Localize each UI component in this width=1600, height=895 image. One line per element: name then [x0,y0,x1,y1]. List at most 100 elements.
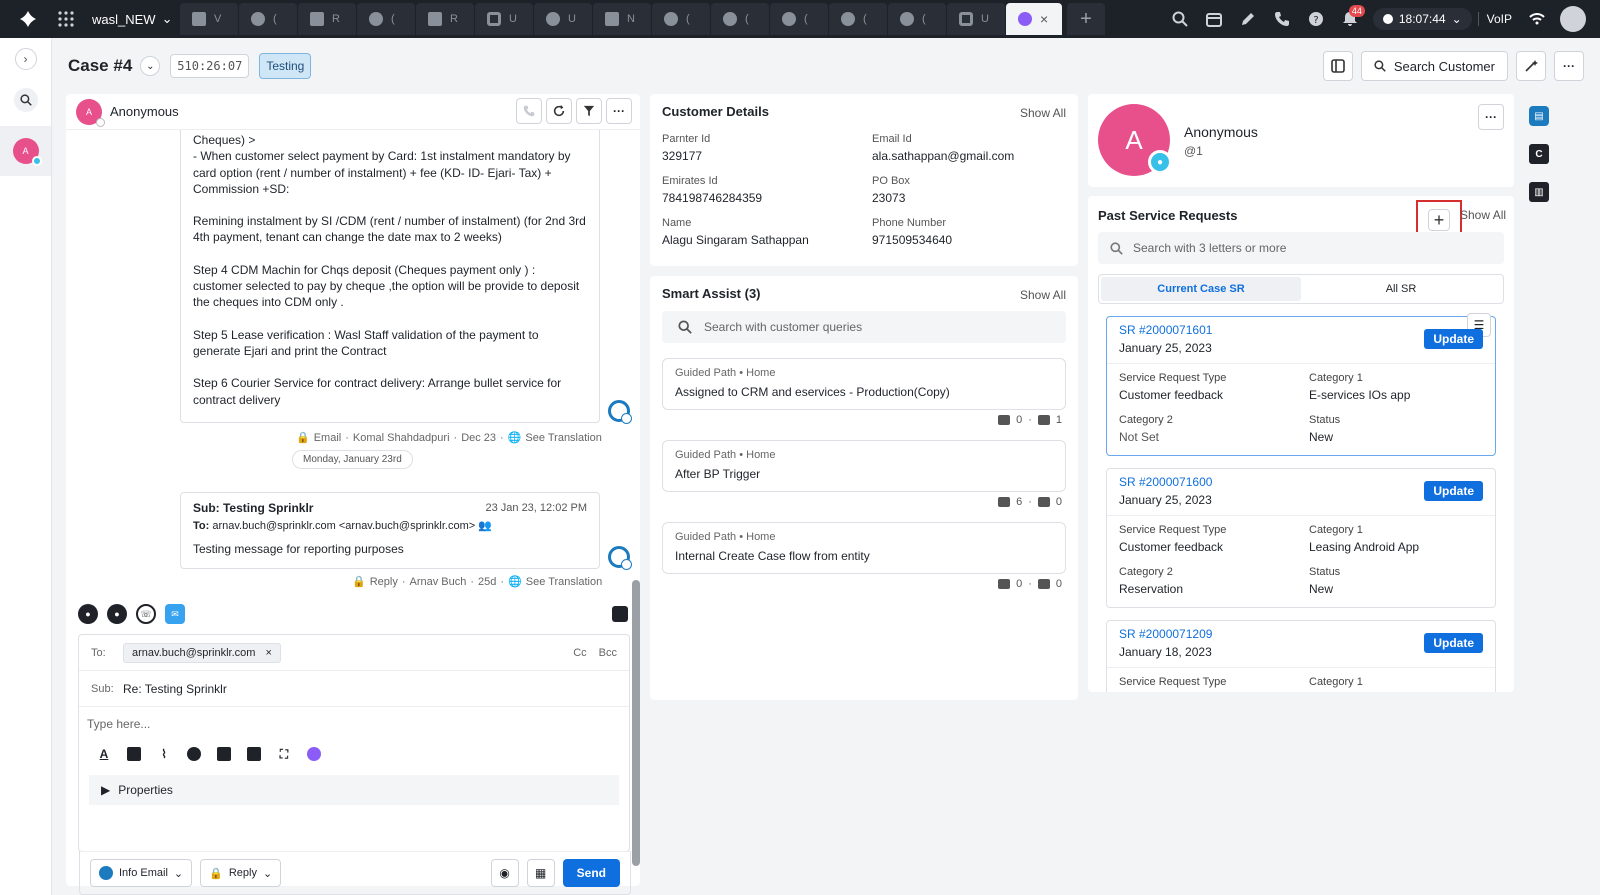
see-translation-link[interactable]: See Translation [525,432,601,444]
tab-item[interactable]: U [475,3,533,35]
text-format-icon[interactable]: A [97,747,111,761]
tab-item[interactable]: V [180,3,238,35]
guided-path-item[interactable]: Guided Path • Home After BP Trigger [662,440,1066,492]
schedule-button[interactable]: ▦ [526,859,555,887]
tab-item[interactable]: ( [357,3,415,35]
user-avatar[interactable] [1560,6,1586,32]
cc-link[interactable]: Cc [573,647,586,659]
expand-sidebar-button[interactable]: › [14,48,37,70]
tab-item[interactable]: U [947,3,1005,35]
case-menu-button[interactable]: ⌄ [140,56,161,76]
whatsapp-channel-icon[interactable]: ☏ [136,604,156,624]
layout-toggle-button[interactable] [1322,51,1353,81]
tab-current-case-sr[interactable]: Current Case SR [1101,277,1301,301]
update-button[interactable]: Update [1424,481,1483,501]
show-all-link[interactable]: Show All [1020,288,1066,302]
scrollbar[interactable] [632,580,640,866]
tab-item[interactable]: R [416,3,474,35]
update-button[interactable]: Update [1424,329,1483,349]
tab-item[interactable]: ( [239,3,297,35]
sr-search-input[interactable]: Search with 3 letters or more [1098,232,1504,264]
sms-channel-icon[interactable]: ● [107,604,127,624]
bcc-link[interactable]: Bcc [599,647,617,659]
search-customer-button[interactable]: Search Customer [1360,51,1508,81]
show-all-link[interactable]: Show All [1020,106,1066,120]
add-tab-button[interactable]: + [1067,3,1105,35]
tab-item[interactable]: ( [888,3,946,35]
apps-grid-icon[interactable] [54,7,78,31]
call-button[interactable] [516,98,542,124]
show-all-link[interactable]: Show All [1460,208,1506,222]
tab-item[interactable]: ( [829,3,887,35]
send-button[interactable]: Send [562,859,620,887]
sr-card[interactable]: ☰ SR #2000071601 January 25, 2023 Update… [1106,313,1496,456]
thumbs-up-icon[interactable] [998,497,1011,507]
see-translation-link[interactable]: See Translation [526,576,602,588]
voip-label[interactable]: VoIP [1477,12,1520,26]
sprinklr-logo-icon[interactable] [14,5,42,33]
tab-item[interactable]: R [298,3,356,35]
thumbs-down-icon[interactable] [1037,497,1050,507]
thumbs-up-icon[interactable] [998,415,1011,425]
c-app-icon[interactable]: C [1529,144,1549,164]
update-button[interactable]: Update [1424,633,1483,653]
close-icon[interactable]: × [265,647,271,659]
subject-input[interactable]: Re: Testing Sprinklr [123,682,227,696]
filter-button[interactable] [576,98,602,124]
emoji-icon[interactable] [187,747,201,761]
template-icon[interactable] [247,747,261,761]
attachment-icon[interactable]: ⌇ [157,747,171,761]
profile-more-button[interactable]: ··· [1478,104,1504,130]
gif-icon[interactable] [217,747,231,761]
reply-type-dropdown[interactable]: 🔒 Reply ⌄ [200,859,282,887]
status-badge[interactable]: Testing [259,53,312,79]
magic-wand-button[interactable] [1516,51,1546,81]
knowledge-book-icon[interactable]: ▥ [1529,182,1549,202]
scan-icon[interactable]: ⛶ [277,747,291,761]
ai-assist-icon[interactable] [307,747,321,761]
pencil-icon[interactable] [1231,0,1265,38]
tab-item-active[interactable]: × [1006,3,1062,35]
from-account-dropdown[interactable]: Info Email ⌄ [90,859,193,887]
expand-composer-icon[interactable] [612,606,628,622]
email-channel-icon[interactable]: ✉ [165,604,185,624]
chat-channel-icon[interactable]: ● [78,604,98,624]
message-body-input[interactable]: Type here... [79,707,629,741]
calendar-icon[interactable] [1197,0,1231,38]
email-message-card[interactable]: Sub: Testing Sprinklr 23 Jan 23, 12:02 P… [180,492,600,569]
help-icon[interactable]: ? [1299,0,1333,38]
guided-path-item[interactable]: Guided Path • Home Internal Create Case f… [662,522,1066,574]
status-clock[interactable]: 18:07:44 ⌄ [1372,8,1472,30]
preview-button[interactable]: ◉ [490,859,519,887]
workspace-switcher[interactable]: wasl_NEW ⌄ [92,11,180,27]
tab-item[interactable]: U [534,3,592,35]
tab-all-sr[interactable]: All SR [1301,277,1501,301]
more-options-button[interactable]: ··· [1554,51,1584,81]
sr-card[interactable]: SR #2000071600 January 25, 2023 Update S… [1106,468,1496,608]
search-icon[interactable] [1163,0,1197,38]
smart-assist-search-input[interactable]: Search with customer queries [662,311,1066,343]
thumbs-up-icon[interactable] [998,579,1011,589]
rail-search-button[interactable] [13,88,38,112]
refresh-button[interactable] [546,98,572,124]
conversations-icon[interactable]: ▤ [1529,106,1549,126]
add-sr-button[interactable]: + [1428,209,1450,231]
properties-toggle[interactable]: ▶ Properties [89,775,619,805]
sr-card[interactable]: SR #2000071209 January 18, 2023 Update S… [1106,620,1496,692]
tab-item[interactable]: ( [652,3,710,35]
signature-icon[interactable] [127,747,141,761]
tab-item[interactable]: N [593,3,651,35]
conversation-more-button[interactable]: ··· [606,98,632,124]
phone-icon[interactable] [1265,0,1299,38]
thumbs-down-icon[interactable] [1037,415,1050,425]
email-message-card[interactable]: Cheques) > - When customer select paymen… [180,130,600,423]
recipient-chip[interactable]: arnav.buch@sprinklr.com × [123,642,281,663]
tab-item[interactable]: ( [711,3,769,35]
guided-path-item[interactable]: Guided Path • Home Assigned to CRM and es… [662,358,1066,410]
wifi-icon[interactable] [1520,0,1554,38]
tab-item[interactable]: ( [770,3,828,35]
thumbs-down-icon[interactable] [1037,579,1050,589]
bell-icon[interactable]: 44 [1333,0,1367,38]
rail-case-item[interactable]: A [0,126,51,176]
close-icon[interactable]: × [1040,11,1048,27]
